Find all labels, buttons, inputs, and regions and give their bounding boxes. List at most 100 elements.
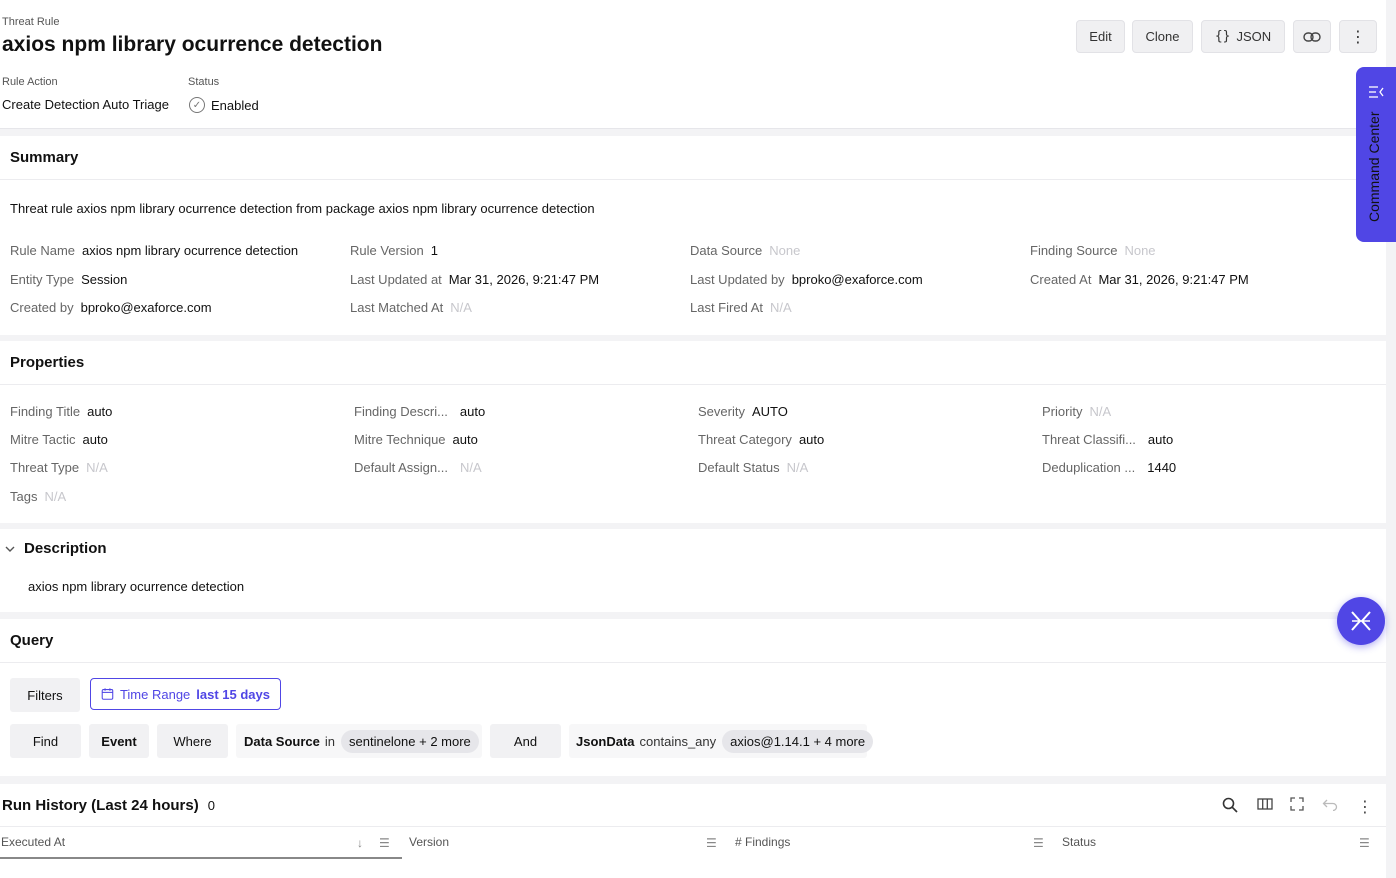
field-value: N/A (769, 300, 792, 315)
find-token[interactable]: Find (10, 724, 81, 758)
field-label: Threat Category (698, 432, 792, 447)
run-history-count: 0 (207, 798, 215, 813)
field-label: Finding Title (10, 404, 81, 419)
filter-icon[interactable]: ☰ (379, 836, 390, 850)
field-label: Created At (1030, 272, 1092, 287)
field-data-source: Data Source None (690, 243, 800, 258)
field-label: Default Status (698, 460, 780, 475)
field-label: Last Updated at (350, 272, 442, 287)
status-text: Enabled (211, 97, 259, 113)
edit-button[interactable]: Edit (1076, 20, 1125, 53)
column-version[interactable]: Version (409, 835, 449, 849)
filter-icon[interactable]: ☰ (1033, 836, 1044, 850)
where-token[interactable]: Where (157, 724, 228, 758)
field-last-fired-at: Last Fired At N/A (690, 300, 792, 315)
field-threat-category: Threat Category auto (698, 432, 824, 447)
field-rule-name: Rule Name axios npm library ocurrence det… (10, 243, 298, 258)
condition-json-data[interactable]: JsonData contains_any axios@1.14.1 + 4 m… (569, 724, 874, 758)
field-value: N/A (450, 300, 472, 315)
field-label: Rule Version (350, 243, 424, 258)
breadcrumb[interactable]: Threat Rule (2, 16, 59, 28)
field-label: Last Fired At (690, 300, 763, 315)
braces-icon: {} (1214, 29, 1231, 44)
time-range-button[interactable]: Time Range last 15 days (90, 678, 281, 710)
field-label: Priority (1042, 404, 1083, 419)
field-label: Mitre Tactic (10, 432, 76, 447)
field-value: bproko@exaforce.com (80, 300, 212, 315)
status-badge: ✓ Enabled (189, 97, 259, 113)
column-findings[interactable]: # Findings (735, 835, 790, 849)
field-threat-type: Threat Type N/A (10, 460, 108, 475)
condition-value[interactable]: axios@1.14.1 + 4 more (722, 729, 874, 753)
field-value: N/A (44, 489, 67, 504)
run-history-heading: Run History (Last 24 hours) (2, 797, 199, 814)
filter-icon[interactable]: ☰ (1359, 836, 1370, 850)
column-executed-at[interactable]: Executed At (1, 835, 65, 849)
field-label: Rule Name (10, 243, 76, 258)
field-finding-source: Finding Source None (1030, 243, 1156, 258)
field-value: N/A (786, 460, 809, 475)
field-value: auto (1147, 432, 1174, 447)
field-value: None (1124, 243, 1156, 258)
field-value: auto (82, 432, 108, 447)
condition-operator: in (324, 733, 335, 749)
assistant-fab[interactable] (1337, 597, 1385, 645)
field-last-updated-at: Last Updated at Mar 31, 2026, 9:21:47 PM (350, 272, 599, 287)
field-value: auto (87, 404, 113, 419)
field-value: auto (798, 432, 825, 447)
column-status[interactable]: Status (1062, 835, 1096, 849)
field-value: AUTO (751, 404, 788, 419)
field-value: N/A (1089, 404, 1112, 419)
field-label: Mitre Technique (354, 432, 446, 447)
field-default-status: Default Status N/A (698, 460, 808, 475)
sort-down-icon[interactable]: ↓ (357, 836, 363, 850)
json-button[interactable]: {} JSON (1201, 20, 1285, 53)
condition-value[interactable]: sentinelone + 2 more (341, 729, 479, 753)
and-token[interactable]: And (490, 724, 561, 758)
field-value: axios npm library ocurrence detection (82, 243, 299, 258)
time-range-value: last 15 days (196, 686, 270, 702)
field-last-matched-at: Last Matched At N/A (350, 300, 472, 315)
field-label: Entity Type (10, 272, 75, 287)
field-label: Threat Classifi... (1042, 432, 1136, 447)
more-options-button[interactable]: ⋮ (1339, 20, 1377, 53)
event-token[interactable]: Event (89, 724, 149, 758)
json-button-label: JSON (1236, 29, 1272, 44)
condition-operator: contains_any (639, 733, 717, 749)
field-value: N/A (459, 460, 482, 475)
description-card: Description axios npm library ocurrence … (0, 529, 1386, 612)
rule-header: Threat Rule axios npm library ocurrence … (0, 0, 1386, 129)
field-value: 1440 (1147, 460, 1177, 475)
description-toggle[interactable]: Description (4, 540, 107, 557)
fullscreen-icon[interactable] (1290, 797, 1304, 815)
threat-rule-page: Threat Rule axios npm library ocurrence … (0, 0, 1396, 878)
field-threat-classification: Threat Classifi... auto (1042, 432, 1173, 447)
table-more-icon[interactable]: ⋮ (1357, 797, 1373, 817)
search-icon[interactable] (1222, 797, 1238, 817)
field-severity: Severity AUTO (698, 404, 788, 419)
run-history-title: Run History (Last 24 hours) 0 (2, 797, 215, 814)
filters-button[interactable]: Filters (10, 678, 80, 712)
field-label: Deduplication ... (1042, 460, 1136, 475)
field-value: Mar 31, 2026, 9:21:47 PM (1098, 272, 1249, 287)
columns-icon[interactable] (1257, 797, 1273, 815)
field-label: Finding Descri... (354, 404, 448, 419)
copy-link-button[interactable] (1293, 20, 1331, 53)
field-value: Mar 31, 2026, 9:21:47 PM (448, 272, 600, 287)
field-created-by: Created by bproko@exaforce.com (10, 300, 212, 315)
condition-data-source[interactable]: Data Source in sentinelone + 2 more (236, 724, 482, 758)
chevron-down-icon (5, 546, 15, 552)
run-history-card: Run History (Last 24 hours) 0 (0, 784, 1386, 878)
clone-button[interactable]: Clone (1132, 20, 1193, 53)
field-label: Finding Source (1030, 243, 1118, 258)
command-center-label[interactable]: Command Center (1366, 112, 1382, 223)
time-range-label: Time Range (119, 686, 191, 702)
undo-icon[interactable] (1322, 797, 1338, 815)
filter-icon[interactable]: ☰ (706, 836, 717, 850)
field-tags: Tags N/A (10, 489, 66, 504)
field-finding-title: Finding Title auto (10, 404, 112, 419)
condition-field: JsonData (576, 733, 635, 749)
field-rule-version: Rule Version 1 (350, 243, 438, 258)
field-value: None (769, 243, 801, 258)
field-mitre-technique: Mitre Technique auto (354, 432, 478, 447)
